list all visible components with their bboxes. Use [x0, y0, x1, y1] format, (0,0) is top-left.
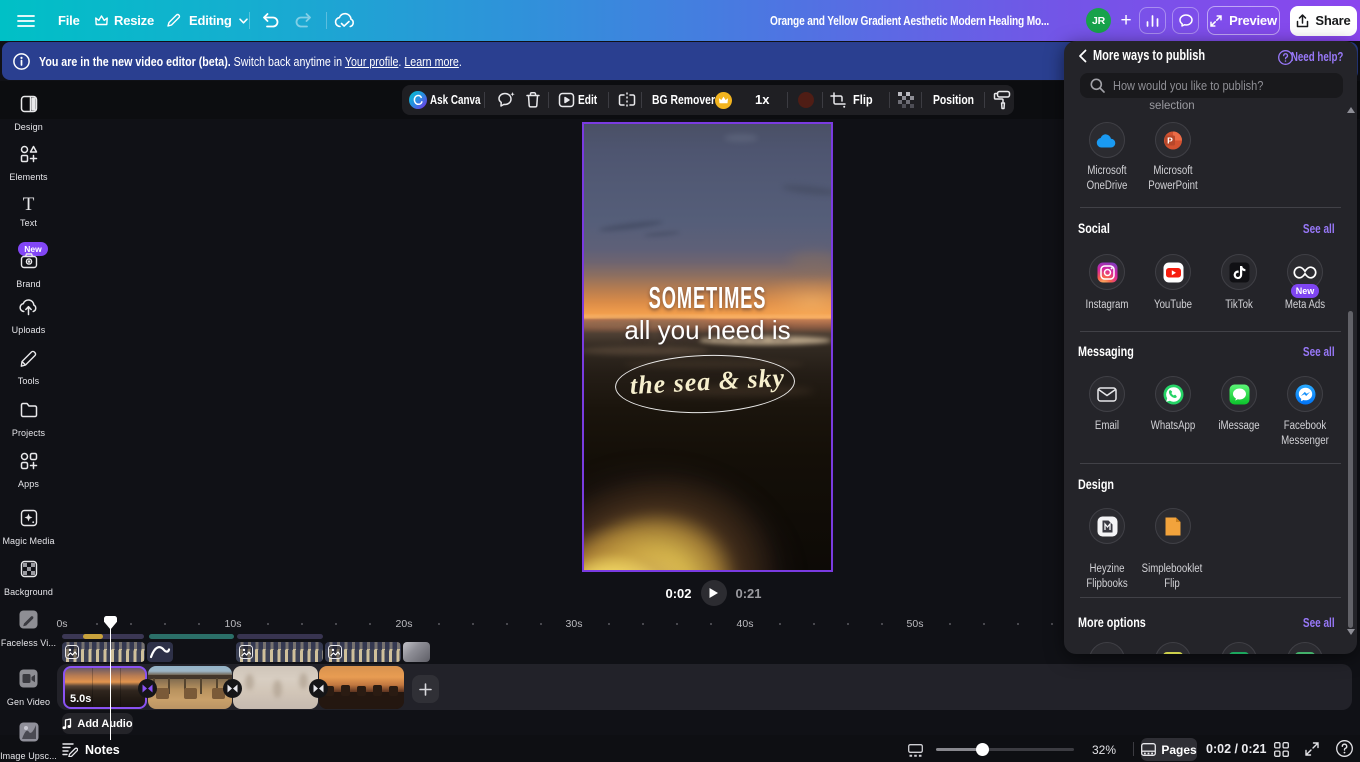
- svg-text:P: P: [1167, 135, 1173, 145]
